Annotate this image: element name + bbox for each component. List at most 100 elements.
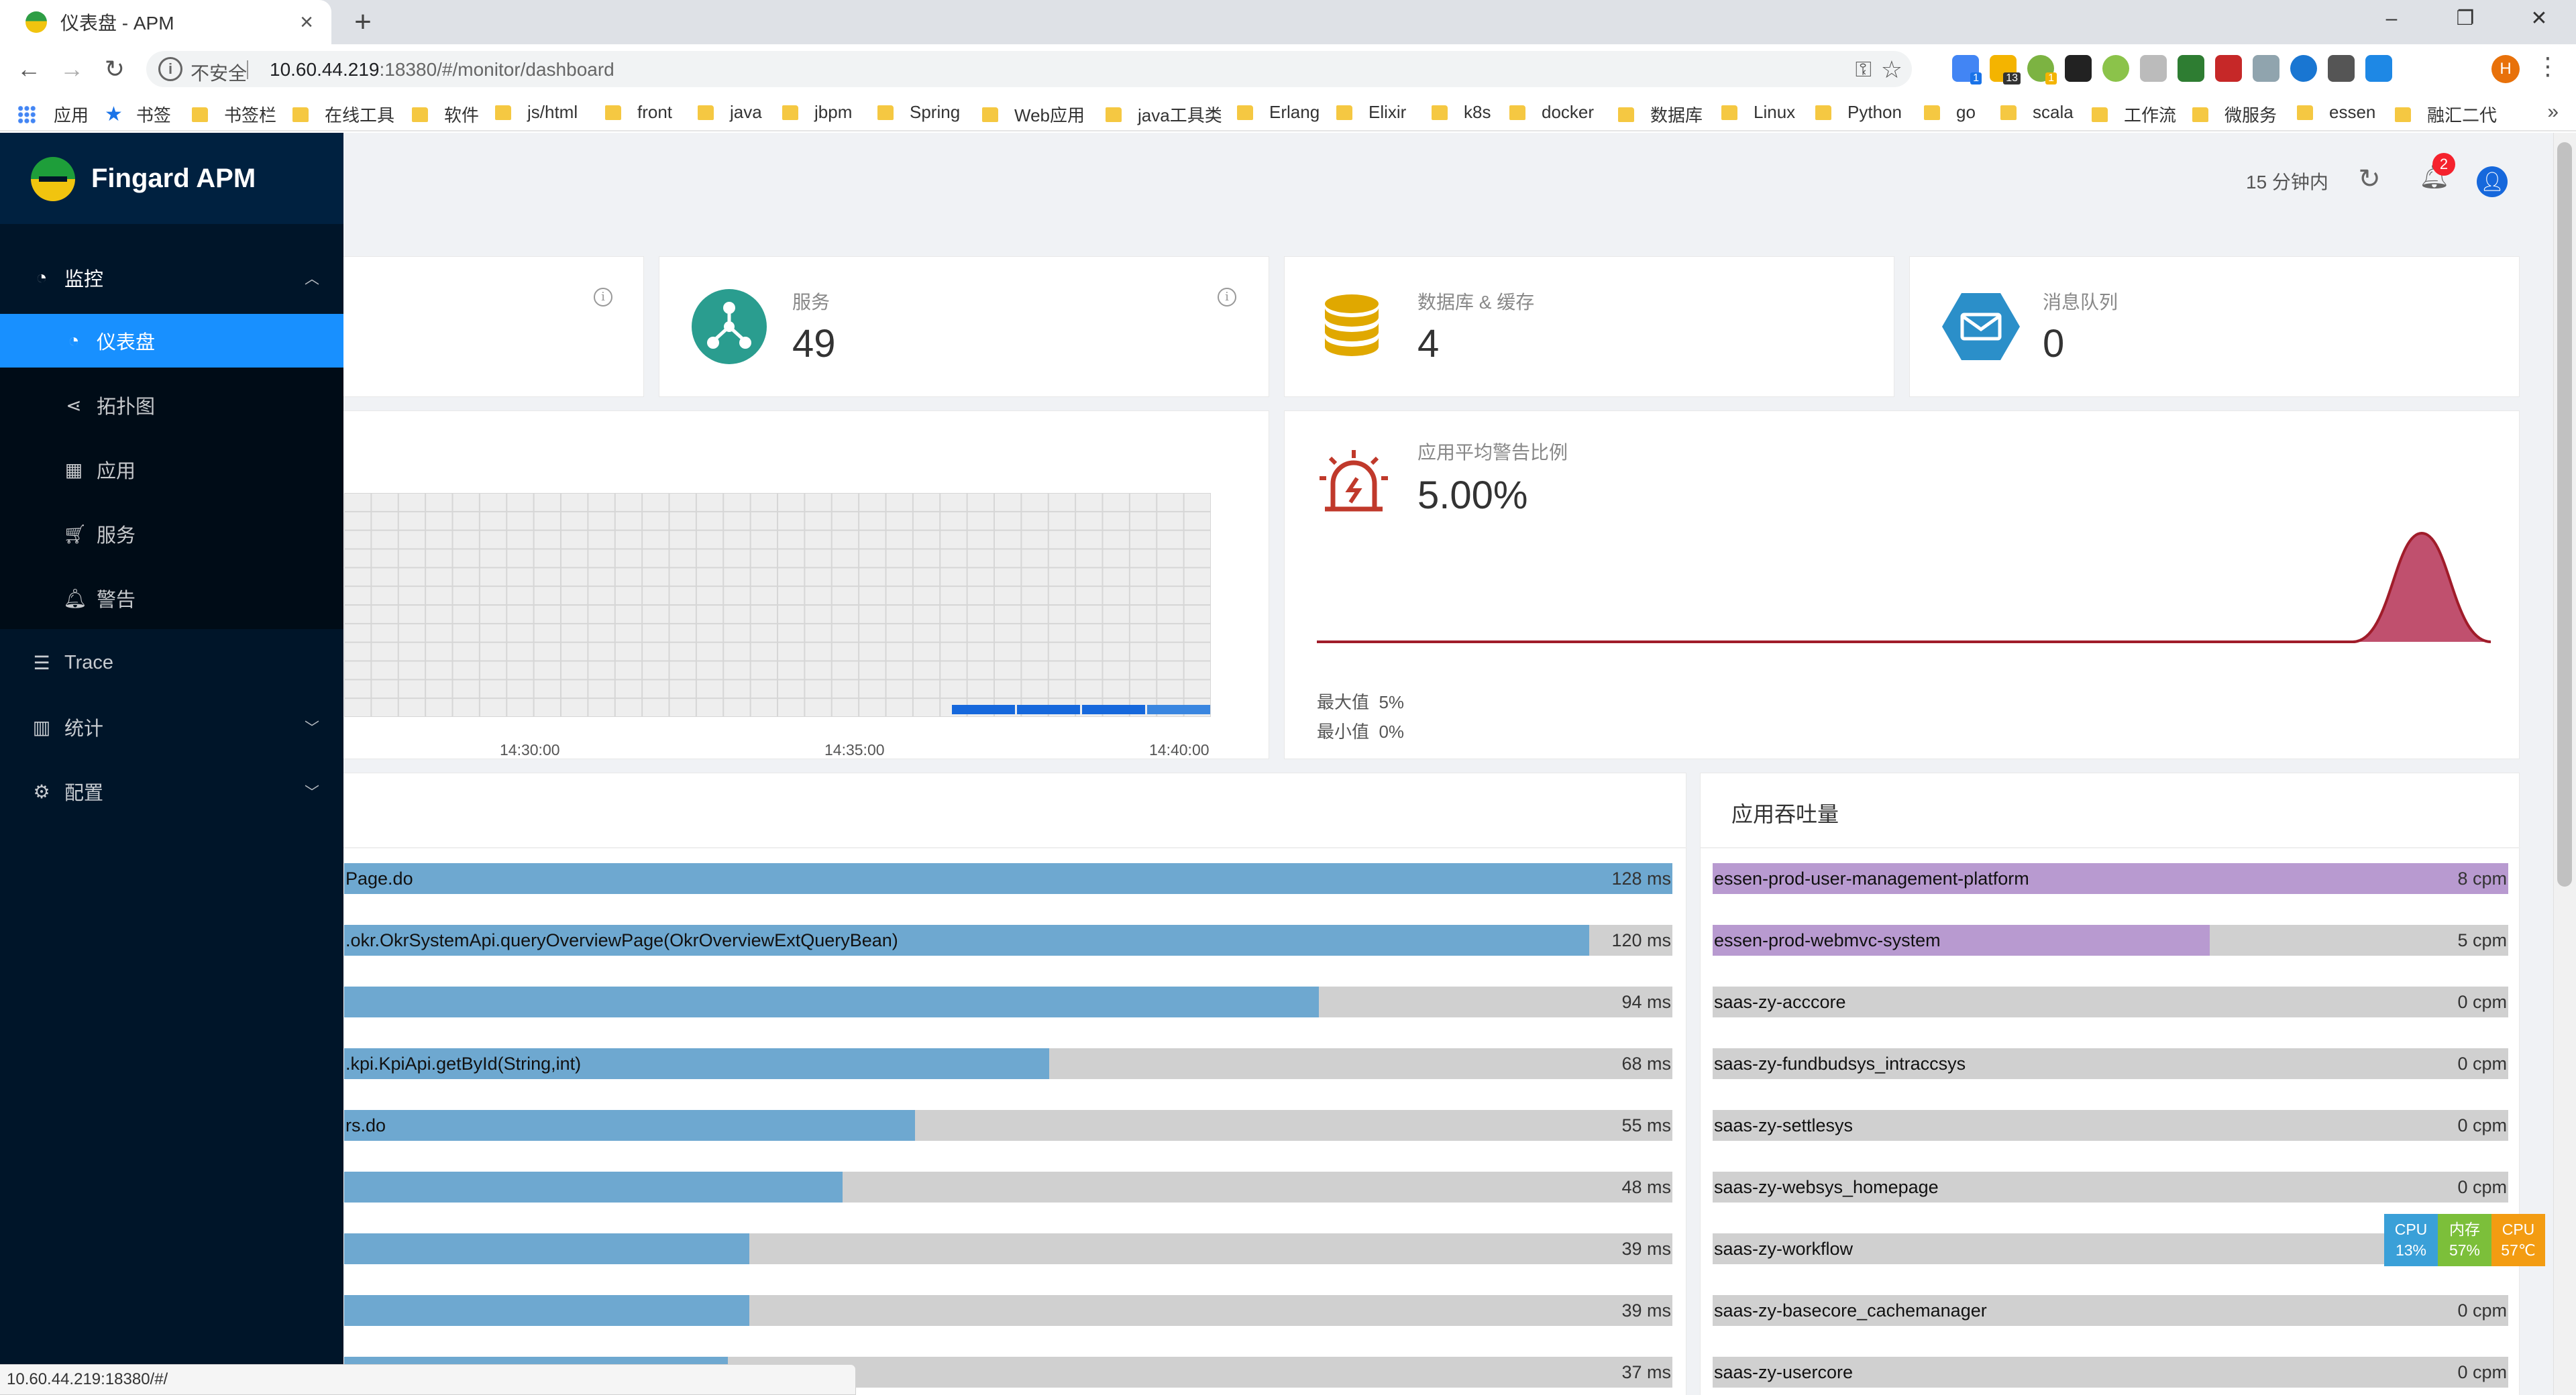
extension-icon[interactable] bbox=[2328, 55, 2355, 82]
bookmark-folder[interactable]: js/html bbox=[495, 102, 578, 123]
info-icon[interactable]: i bbox=[1218, 288, 1236, 306]
sidebar: Fingard APM ◔ 监控 ︿ ◔ 仪表盘 ⋖ 拓扑图 ▦ 应用 🛒︎ 服… bbox=[0, 133, 343, 1395]
extension-icon[interactable] bbox=[2215, 55, 2242, 82]
profile-avatar[interactable]: H bbox=[2491, 55, 2520, 83]
refresh-icon[interactable]: ↻ bbox=[2356, 164, 2383, 194]
sidebar-item-dashboard[interactable]: ◔ 仪表盘 bbox=[0, 314, 343, 368]
list-item[interactable]: .kpi.KpiApi.getById(String,int) 68 ms bbox=[344, 1048, 1672, 1079]
list-item[interactable]: 94 ms bbox=[344, 987, 1672, 1017]
address-url[interactable]: 10.60.44.219:18380/#/monitor/dashboard bbox=[270, 59, 614, 80]
list-item[interactable]: essen-prod-webmvc-system 5 cpm bbox=[1713, 925, 2508, 956]
cpu-usage-tile: CPU 13% bbox=[2384, 1214, 2438, 1266]
bookmark-folder[interactable]: Linux bbox=[1721, 102, 1795, 123]
bookmark-folder[interactable]: jbpm bbox=[782, 102, 852, 123]
list-item-label: .okr.OkrSystemApi.queryOverviewPage(OkrO… bbox=[345, 930, 898, 950]
fingard-logo-icon bbox=[31, 157, 75, 201]
brand-logo[interactable]: Fingard APM bbox=[0, 133, 343, 224]
overview-card-mq[interactable]: 消息队列 0 bbox=[1909, 256, 2520, 397]
bookmark-star-icon[interactable]: ☆ bbox=[1881, 56, 1902, 84]
bookmark-folder[interactable]: 工作流 bbox=[2092, 102, 2176, 127]
user-avatar-icon[interactable]: 👤︎ bbox=[2477, 166, 2508, 197]
bookmark-folder[interactable]: 在线工具 bbox=[292, 102, 394, 127]
bookmark-folder[interactable]: 软件 bbox=[412, 102, 479, 127]
minimize-icon[interactable]: – bbox=[2355, 0, 2428, 38]
list-item[interactable]: saas-zy-acccore 0 cpm bbox=[1713, 987, 2508, 1017]
list-item[interactable]: 48 ms bbox=[344, 1172, 1672, 1203]
bookmark-folder[interactable]: Web应用 bbox=[982, 102, 1085, 127]
list-item[interactable]: essen-prod-user-management-platform 8 cpm bbox=[1713, 863, 2508, 894]
extension-icon[interactable] bbox=[2102, 55, 2129, 82]
bookmark-folder[interactable]: front bbox=[605, 102, 672, 123]
list-item[interactable]: 39 ms bbox=[344, 1295, 1672, 1326]
bookmark-folder[interactable]: java工具类 bbox=[1106, 102, 1222, 127]
extension-icon[interactable] bbox=[2365, 55, 2392, 82]
bookmark-folder[interactable]: Spring bbox=[877, 102, 960, 123]
sidebar-item-statistics[interactable]: ▥ 统计 ﹀ bbox=[0, 700, 343, 754]
list-item[interactable]: saas-zy-websys_homepage 0 cpm bbox=[1713, 1172, 2508, 1203]
extension-icon[interactable] bbox=[2065, 55, 2092, 82]
list-item[interactable]: rs.do 55 ms bbox=[344, 1110, 1672, 1141]
extension-icon[interactable]: 1 bbox=[1952, 55, 1982, 85]
bookmark-folder[interactable]: go bbox=[1924, 102, 1976, 123]
tab-close-icon[interactable]: × bbox=[294, 9, 319, 35]
bookmark-folder[interactable]: 书签栏 bbox=[192, 102, 276, 127]
new-tab-icon[interactable]: + bbox=[349, 7, 377, 37]
bookmark-folder[interactable]: docker bbox=[1509, 102, 1594, 123]
bookmark-folder[interactable]: 微服务 bbox=[2192, 102, 2277, 127]
bookmarks-more-icon[interactable]: » bbox=[2547, 101, 2559, 123]
sidebar-item-alerts[interactable]: 🔔︎ 警告 bbox=[0, 571, 343, 625]
min-stat: 最小值 0% bbox=[1317, 718, 1404, 743]
bookmark-folder[interactable]: essen bbox=[2297, 102, 2375, 123]
sidebar-item-monitor[interactable]: ◔ 监控 ︿ bbox=[0, 251, 343, 304]
restore-icon[interactable]: ❐ bbox=[2428, 0, 2502, 38]
list-item[interactable]: saas-zy-basecore_cachemanager 0 cpm bbox=[1713, 1295, 2508, 1326]
bookmark-folder[interactable]: Python bbox=[1815, 102, 1902, 123]
close-window-icon[interactable]: ✕ bbox=[2502, 0, 2576, 38]
alert-area-chart bbox=[1317, 531, 2491, 643]
back-icon[interactable]: ← bbox=[15, 55, 43, 83]
list-item[interactable]: .okr.OkrSystemApi.queryOverviewPage(OkrO… bbox=[344, 925, 1672, 956]
list-item[interactable]: saas-zy-usercore 0 cpm bbox=[1713, 1357, 2508, 1388]
extension-icon[interactable] bbox=[2178, 55, 2204, 82]
sidebar-item-trace[interactable]: ☰ Trace bbox=[0, 636, 343, 689]
key-icon[interactable]: ⚿ bbox=[1856, 57, 1872, 82]
forward-icon[interactable]: → bbox=[58, 55, 86, 83]
extension-icon[interactable] bbox=[2253, 55, 2279, 82]
sidebar-item-topology[interactable]: ⋖ 拓扑图 bbox=[0, 378, 343, 432]
list-item[interactable]: Page.do 128 ms bbox=[344, 863, 1672, 894]
reload-icon[interactable]: ↻ bbox=[101, 55, 129, 83]
info-icon[interactable]: i bbox=[158, 57, 182, 81]
bookmark-folder[interactable]: java bbox=[698, 102, 762, 123]
browser-tab-active[interactable]: 仪表盘 - APM × bbox=[0, 0, 331, 44]
bookmark-folder[interactable]: scala bbox=[2000, 102, 2074, 123]
extension-icon[interactable] bbox=[2140, 55, 2167, 82]
page-scrollbar-thumb[interactable] bbox=[2557, 142, 2572, 887]
bookmark-folder[interactable]: k8s bbox=[1432, 102, 1491, 123]
address-bar[interactable]: i 不安全 10.60.44.219:18380/#/monitor/dashb… bbox=[146, 51, 1912, 87]
sidebar-item-config[interactable]: ⚙ 配置 ﹀ bbox=[0, 765, 343, 818]
extension-icon[interactable] bbox=[2290, 55, 2317, 82]
browser-menu-icon[interactable]: ⋮ bbox=[2536, 52, 2560, 80]
bookmark-folder[interactable]: 数据库 bbox=[1618, 102, 1703, 127]
bookmark-label: js/html bbox=[527, 102, 578, 122]
overview-card-db-cache[interactable]: 数据库 & 缓存 4 bbox=[1284, 256, 1894, 397]
sidebar-item-applications[interactable]: ▦ 应用 bbox=[0, 443, 343, 496]
extension-icon[interactable]: 13 bbox=[1990, 55, 2021, 85]
list-item-label: saas-zy-basecore_cachemanager bbox=[1714, 1300, 1987, 1321]
bookmark-folder[interactable]: 融汇二代 bbox=[2395, 102, 2497, 127]
info-icon[interactable]: i bbox=[594, 288, 612, 306]
bookmark-item[interactable]: ★ 书签 bbox=[105, 102, 171, 127]
list-item[interactable]: 39 ms bbox=[344, 1233, 1672, 1264]
sidebar-item-services[interactable]: 🛒︎ 服务 bbox=[0, 507, 343, 561]
overview-card-services[interactable]: 服务 49 i bbox=[659, 256, 1269, 397]
list-item[interactable]: saas-zy-settlesys 0 cpm bbox=[1713, 1110, 2508, 1141]
bookmark-apps[interactable]: 应用 bbox=[17, 102, 89, 127]
max-label: 最大值 bbox=[1317, 692, 1370, 712]
list-item[interactable]: saas-zy-fundbudsys_intraccsys 0 cpm bbox=[1713, 1048, 2508, 1079]
extension-icon[interactable]: 1 bbox=[2027, 55, 2057, 85]
bookmark-folder[interactable]: Erlang bbox=[1237, 102, 1320, 123]
time-range-selector[interactable]: 15 分钟内 bbox=[2246, 168, 2328, 194]
bookmark-folder[interactable]: Elixir bbox=[1336, 102, 1406, 123]
list-item-label: saas-zy-workflow bbox=[1714, 1239, 1854, 1259]
alert-ratio-panel: 应用平均警告比例 5.00% 最大值 5% 最小值 0% bbox=[1284, 410, 2520, 759]
